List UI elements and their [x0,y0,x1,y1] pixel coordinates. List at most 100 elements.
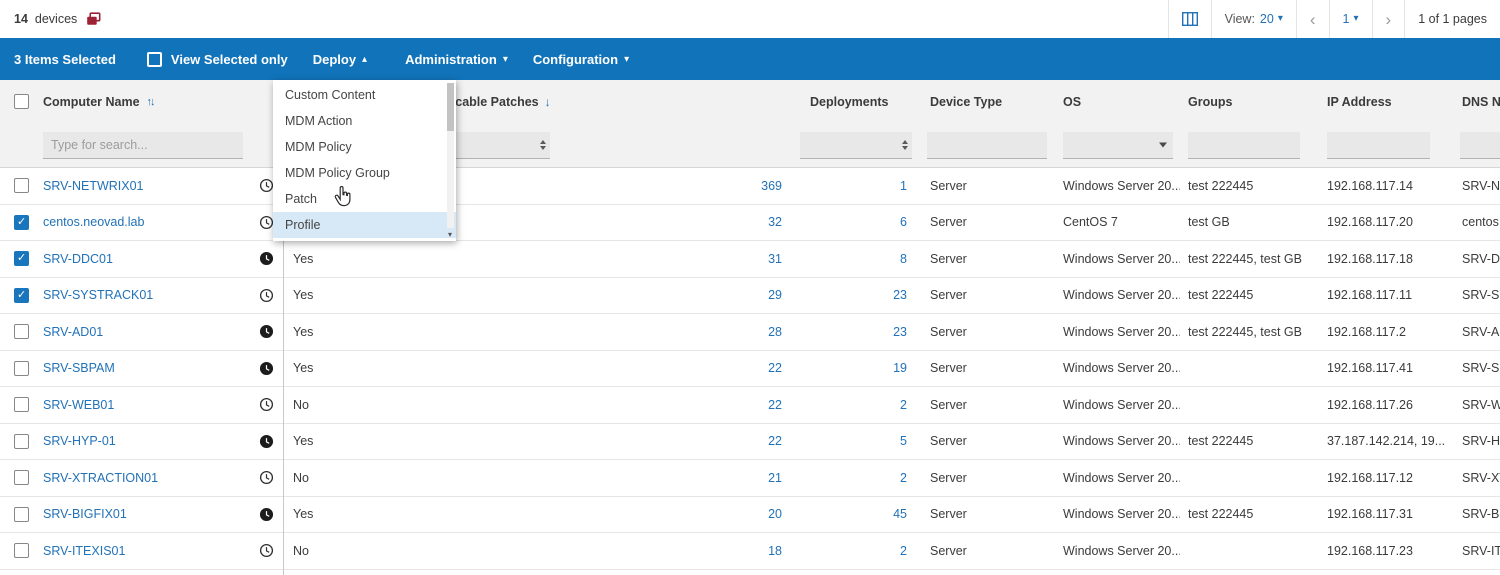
deployments-link[interactable]: 5 [790,434,915,448]
scroll-down-arrow-icon[interactable]: ▾ [446,231,454,239]
computer-name-link[interactable]: SRV-SBPAM [43,361,250,375]
history-clock-icon[interactable] [259,324,274,339]
spinner-down-icon[interactable] [540,145,546,150]
computer-name-link[interactable]: SRV-WEB01 [43,398,250,412]
deployments-filter-input[interactable] [800,131,912,158]
history-clock-icon[interactable] [259,251,274,266]
computer-name-link[interactable]: SRV-ITEXIS01 [43,544,250,558]
row-checkbox[interactable] [14,543,29,559]
computer-name-link[interactable]: SRV-BIGFIX01 [43,507,250,521]
deploy-menu-item[interactable]: MDM Action [273,108,456,134]
sort-up-down-icon[interactable]: ↑↓ [147,96,156,108]
computer-name-link[interactable]: SRV-NETWRIX01 [43,179,250,193]
applicable-patches-link[interactable]: 21 [412,471,790,485]
deployments-link[interactable]: 6 [790,215,915,229]
computer-name-link[interactable]: centos.neovad.lab [43,215,250,229]
deployments-link[interactable]: 2 [790,398,915,412]
history-clock-icon[interactable] [259,470,274,485]
deployments-link[interactable]: 8 [790,252,915,266]
os-filter-input[interactable] [1063,131,1173,158]
ip-address-filter-input[interactable] [1327,131,1430,158]
number-spinner[interactable] [540,139,546,150]
spinner-down-icon[interactable] [902,145,908,150]
deployments-link[interactable]: 19 [790,361,915,375]
prev-page-button[interactable]: ‹ [1295,0,1329,38]
deploy-menu-item[interactable]: Profile [273,212,456,238]
deployments-link[interactable]: 23 [790,288,915,302]
number-spinner[interactable] [902,139,908,150]
next-page-button[interactable]: › [1371,0,1405,38]
spinner-up-icon[interactable] [540,139,546,144]
view-selected-checkbox[interactable] [146,51,162,67]
history-clock-icon[interactable] [259,397,274,412]
groups-filter-input[interactable] [1188,131,1300,158]
scrollbar-thumb[interactable] [447,83,454,131]
row-checkbox[interactable] [14,397,29,413]
deploy-menu-item[interactable]: Custom Content [273,82,456,108]
header-groups[interactable]: Groups [1180,95,1320,109]
header-dns-name[interactable]: DNS Name [1450,95,1500,109]
deployments-link[interactable]: 2 [790,471,915,485]
header-device-type[interactable]: Device Type [915,95,1055,109]
spinner-up-icon[interactable] [902,139,908,144]
computer-name-link[interactable]: SRV-XTRACTION01 [43,471,250,485]
header-os[interactable]: OS [1055,95,1180,109]
deployments-link[interactable]: 2 [790,544,915,558]
administration-menu-button[interactable]: Administration ▾ [405,52,508,67]
deployments-link[interactable]: 23 [790,325,915,339]
history-clock-icon[interactable] [259,288,274,303]
applicable-patches-link[interactable]: 28 [412,325,790,339]
os-cell: CentOS 7 [1063,215,1118,230]
layout-toggle-button[interactable] [1167,0,1211,38]
deploy-menu-item[interactable]: MDM Policy [273,134,456,160]
computer-name-link[interactable]: SRV-HYP-01 [43,434,250,448]
grid-layout-icon[interactable] [1181,12,1198,26]
applicable-patches-link[interactable]: 18 [412,544,790,558]
row-checkbox[interactable] [14,470,29,486]
header-deployments[interactable]: Deployments [790,95,915,109]
history-clock-icon[interactable] [259,507,274,522]
applicable-patches-link[interactable]: 22 [412,361,790,375]
applicable-patches-link[interactable]: 22 [412,434,790,448]
dns-name-filter-input[interactable] [1460,131,1500,158]
row-checkbox[interactable] [14,287,29,303]
history-clock-icon[interactable] [259,178,274,193]
sort-desc-icon[interactable]: ↓ [545,95,551,109]
history-clock-icon[interactable] [259,543,274,558]
history-clock-icon[interactable] [259,215,274,230]
row-checkbox[interactable] [14,214,29,230]
row-checkbox[interactable] [14,178,29,194]
deploy-menu-item[interactable]: Patch [273,186,456,212]
header-applicable-patches[interactable]: Applicable Patches ↓ [412,95,790,109]
search-input[interactable] [43,131,243,158]
deploy-menu-item[interactable]: MDM Policy Group [273,160,456,186]
deployments-link[interactable]: 1 [790,179,915,193]
history-clock-icon[interactable] [259,361,274,376]
applicable-patches-link[interactable]: 32 [412,215,790,229]
applicable-patches-link[interactable]: 20 [412,507,790,521]
computer-name-link[interactable]: SRV-DDC01 [43,252,250,266]
menu-scrollbar[interactable] [447,83,454,228]
dropdown-caret-icon[interactable] [1159,142,1167,147]
select-all-checkbox[interactable] [14,94,29,109]
row-checkbox[interactable] [14,506,29,522]
configuration-menu-button[interactable]: Configuration ▾ [533,52,629,67]
page-size-select[interactable]: 20 ▾ [1260,12,1283,26]
row-checkbox[interactable] [14,324,29,340]
page-number-select[interactable]: 1 ▾ [1328,0,1372,38]
header-computer-name[interactable]: Computer Name ↑↓ [43,95,250,109]
header-ip-address[interactable]: IP Address [1320,95,1450,109]
applicable-patches-link[interactable]: 369 [412,179,790,193]
row-checkbox[interactable] [14,360,29,376]
computer-name-link[interactable]: SRV-AD01 [43,325,250,339]
row-checkbox[interactable] [14,251,29,267]
computer-name-link[interactable]: SRV-SYSTRACK01 [43,288,250,302]
applicable-patches-link[interactable]: 22 [412,398,790,412]
applicable-patches-link[interactable]: 31 [412,252,790,266]
deployments-link[interactable]: 45 [790,507,915,521]
deploy-menu-button[interactable]: Deploy ▴ [313,52,367,67]
applicable-patches-link[interactable]: 29 [412,288,790,302]
history-clock-icon[interactable] [259,434,274,449]
row-checkbox[interactable] [14,433,29,449]
device-type-filter-input[interactable] [927,131,1047,158]
